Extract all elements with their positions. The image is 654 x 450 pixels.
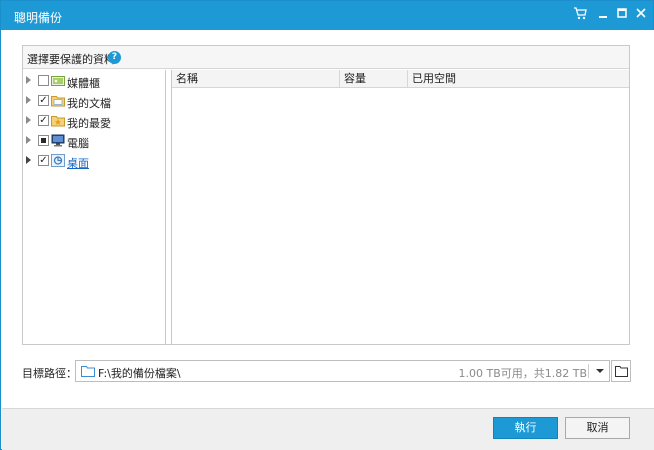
file-list: 名稱 容量 已用空間	[171, 70, 629, 344]
expand-arrow-icon[interactable]	[26, 76, 31, 84]
checkbox-media-library[interactable]	[38, 75, 49, 86]
expand-arrow-icon[interactable]	[26, 156, 31, 164]
documents-folder-icon	[51, 94, 65, 107]
destination-path: F:\我的備份檔案\	[98, 367, 181, 380]
tree-item-label: 電腦	[67, 137, 89, 150]
list-header: 名稱 容量 已用空間	[172, 70, 629, 88]
tree-item-label: 媒體櫃	[67, 77, 100, 90]
window-title: 聰明備份	[14, 11, 63, 25]
browse-folder-button[interactable]	[611, 360, 631, 382]
expand-arrow-icon[interactable]	[26, 136, 31, 144]
footer-bar: 執行 取消	[2, 408, 654, 450]
help-icon[interactable]: ?	[108, 51, 121, 64]
tree-item-label[interactable]: 桌面	[67, 155, 89, 171]
desktop-icon	[51, 154, 65, 167]
tree-item-computer[interactable]: 電腦	[23, 132, 166, 150]
source-tree: 媒體櫃 ✓ 我的文檔 ✓ 我的最愛 電腦 ✓ 桌面	[23, 70, 166, 344]
minimize-icon[interactable]	[595, 7, 611, 23]
destination-free-space: 1.00 TB可用，共1.82 TB	[458, 367, 587, 380]
favorites-folder-icon	[51, 114, 65, 127]
column-header-capacity[interactable]: 容量	[340, 70, 408, 88]
checkbox-computer[interactable]	[38, 135, 49, 146]
title-bar: 聰明備份	[1, 1, 653, 30]
column-header-name[interactable]: 名稱	[172, 70, 340, 88]
panel-title: 選擇要保護的資料	[27, 53, 115, 66]
destination-label: 目標路徑：	[22, 367, 77, 380]
data-selection-panel: 選擇要保護的資料 ? 媒體櫃 ✓ 我的文檔 ✓ 我的最愛 電腦 ✓ 桌面 名稱 …	[22, 45, 630, 345]
maximize-icon[interactable]	[614, 7, 630, 23]
tree-item-my-documents[interactable]: ✓ 我的文檔	[23, 92, 166, 110]
destination-path-field[interactable]: F:\我的備份檔案\ 1.00 TB可用，共1.82 TB	[75, 360, 610, 382]
checkbox-desktop[interactable]: ✓	[38, 155, 49, 166]
expand-arrow-icon[interactable]	[26, 96, 31, 104]
tree-item-favorites[interactable]: ✓ 我的最愛	[23, 112, 166, 130]
checkbox-my-documents[interactable]: ✓	[38, 95, 49, 106]
close-icon[interactable]	[633, 7, 649, 23]
folder-open-icon	[615, 366, 628, 377]
computer-icon	[51, 134, 65, 147]
execute-button[interactable]: 執行	[493, 417, 558, 439]
app-window: 聰明備份 選擇要保護的資料 ? 媒體櫃 ✓ 我的文檔 ✓ 我的最愛 電腦 ✓ 桌…	[0, 0, 654, 450]
field-divider	[588, 364, 589, 378]
tree-item-label: 我的最愛	[67, 117, 111, 130]
tree-item-label: 我的文檔	[67, 97, 111, 110]
column-header-used-space[interactable]: 已用空間	[408, 70, 629, 88]
expand-arrow-icon[interactable]	[26, 116, 31, 124]
cart-icon[interactable]	[572, 7, 588, 23]
tree-item-desktop[interactable]: ✓ 桌面	[23, 152, 166, 170]
media-library-icon	[51, 74, 65, 87]
folder-icon	[81, 365, 95, 377]
chevron-down-icon[interactable]	[596, 369, 604, 373]
checkbox-favorites[interactable]: ✓	[38, 115, 49, 126]
panel-header: 選擇要保護的資料 ?	[23, 46, 629, 69]
tree-item-media-library[interactable]: 媒體櫃	[23, 72, 166, 90]
cancel-button[interactable]: 取消	[565, 417, 630, 439]
